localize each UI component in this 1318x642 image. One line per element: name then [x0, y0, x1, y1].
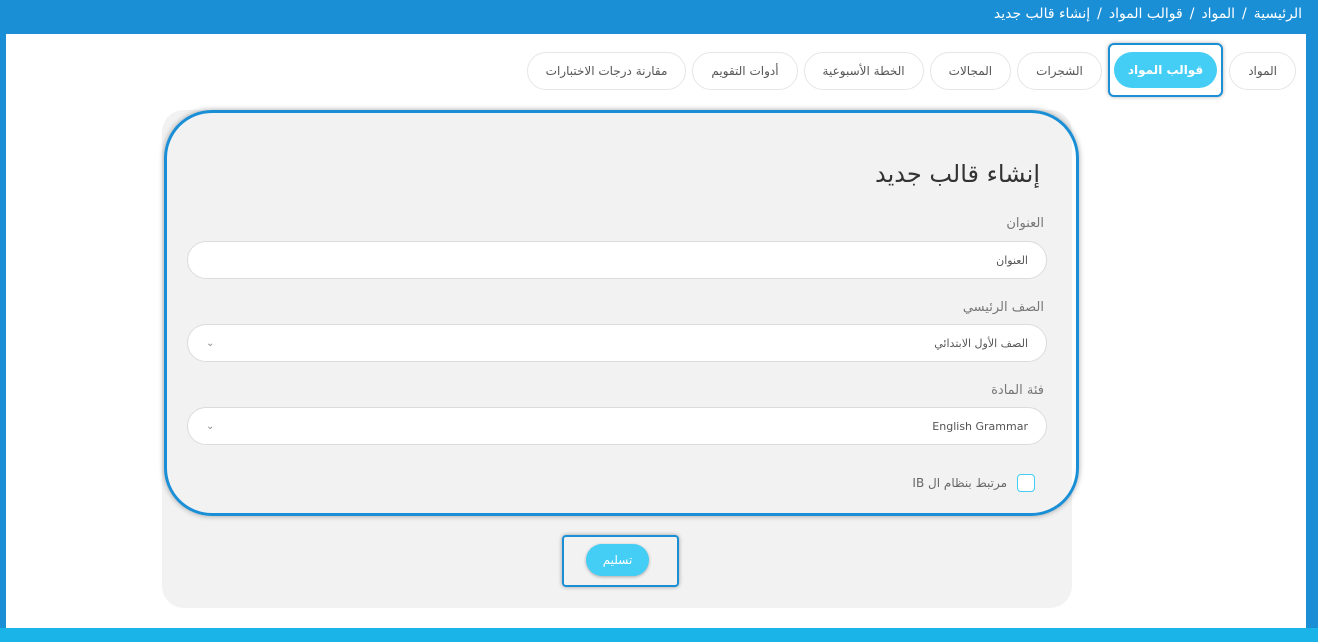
category-select[interactable]: English Grammar ⌄: [187, 407, 1047, 445]
breadcrumb-current: إنشاء قالب جديد: [993, 6, 1091, 22]
tabs-bar: المواد قوالب المواد الشجرات المجالات الخ…: [526, 43, 1296, 97]
breadcrumb: الرئيسية / المواد / قوالب المواد / إنشاء…: [0, 0, 1318, 34]
tab-domains[interactable]: المجالات: [929, 52, 1012, 90]
submit-button[interactable]: تسليم: [586, 544, 649, 576]
breadcrumb-separator: /: [1242, 6, 1247, 22]
breadcrumb-separator: /: [1097, 6, 1102, 22]
grade-select[interactable]: الصف الأول الابتدائي ⌄: [187, 324, 1047, 362]
tab-materials[interactable]: المواد: [1229, 52, 1296, 90]
tab-weekly-plan[interactable]: الخطة الأسبوعية: [803, 52, 924, 90]
frame-left: [0, 0, 6, 642]
title-input-placeholder: العنوان: [996, 253, 1028, 267]
frame-bottom: [0, 628, 1318, 642]
title-input[interactable]: العنوان: [187, 241, 1047, 279]
tab-compare-test-scores[interactable]: مقارنة درجات الاختبارات: [526, 52, 687, 90]
tab-material-templates-wrap[interactable]: قوالب المواد: [1107, 43, 1224, 97]
frame-right: [1306, 0, 1318, 642]
breadcrumb-templates[interactable]: قوالب المواد: [1109, 6, 1183, 22]
ib-checkbox-row: مرتبط بنظام ال IB: [912, 474, 1035, 492]
chevron-down-icon: ⌄: [206, 420, 215, 432]
grade-select-value: الصف الأول الابتدائي: [934, 336, 1028, 350]
breadcrumb-home[interactable]: الرئيسية: [1254, 6, 1302, 22]
tab-trees[interactable]: الشجرات: [1017, 52, 1102, 90]
category-label: فئة المادة: [991, 383, 1044, 398]
grade-label: الصف الرئيسي: [962, 300, 1044, 315]
page-title: إنشاء قالب جديد: [875, 160, 1040, 188]
tab-material-templates[interactable]: قوالب المواد: [1113, 52, 1218, 88]
chevron-down-icon: ⌄: [206, 337, 215, 349]
tab-assessment-tools[interactable]: أدوات التقويم: [692, 52, 798, 90]
ib-checkbox[interactable]: [1017, 474, 1035, 492]
breadcrumb-materials[interactable]: المواد: [1201, 6, 1235, 22]
title-label: العنوان: [1006, 216, 1044, 231]
category-select-value: English Grammar: [932, 419, 1028, 433]
ib-checkbox-label: مرتبط بنظام ال IB: [912, 476, 1007, 490]
breadcrumb-separator: /: [1189, 6, 1195, 22]
